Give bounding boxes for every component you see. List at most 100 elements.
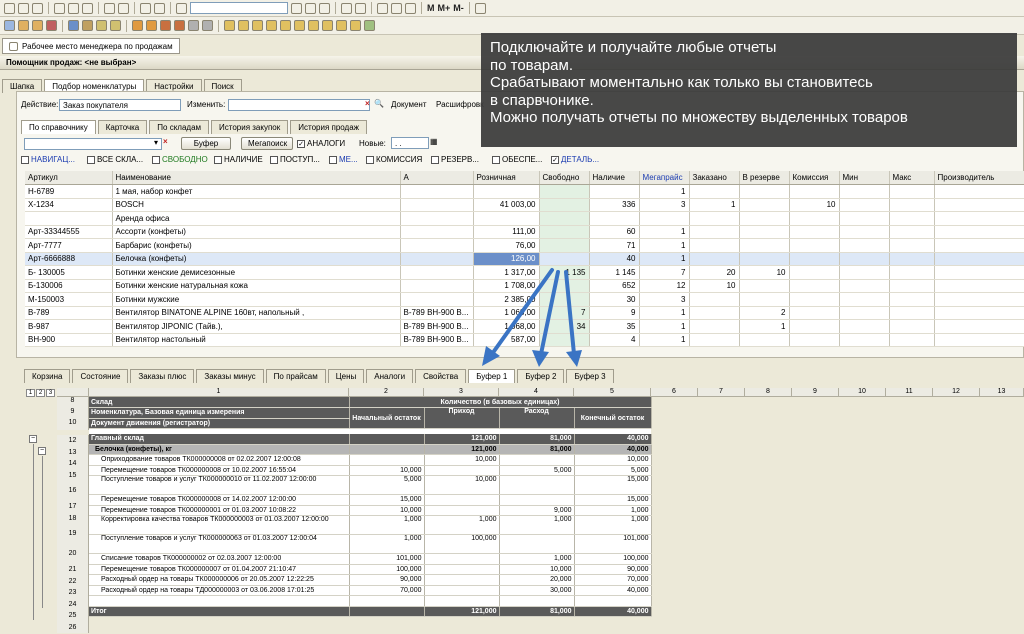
sheet-row-number[interactable]: 25 xyxy=(57,610,89,622)
calendar-icon[interactable] xyxy=(377,2,388,14)
sheet-row-number[interactable]: 19 xyxy=(57,524,89,544)
filter-checkbox-2[interactable]: СВОБОДНО xyxy=(152,155,208,164)
help-icon[interactable] xyxy=(341,2,352,14)
new-document-icon[interactable] xyxy=(4,2,15,14)
copy-icon[interactable] xyxy=(68,2,79,14)
goods-icon[interactable] xyxy=(160,20,171,31)
undo-icon[interactable] xyxy=(140,2,151,14)
memory-button[interactable]: M xyxy=(427,3,435,13)
goods-column-header[interactable]: Производитель xyxy=(934,171,1024,185)
bottom-tab-5[interactable]: Цены xyxy=(327,369,365,383)
find-prev-icon[interactable] xyxy=(305,2,316,14)
writeoff-icon[interactable] xyxy=(294,20,305,31)
memory-minus-button[interactable]: M- xyxy=(453,3,464,13)
filter-checkbox-7[interactable]: РЕЗЕРВ... xyxy=(431,155,479,164)
filter-checkbox-9[interactable]: ✓ ДЕТАЛЬ... xyxy=(551,155,599,164)
calculator-icon[interactable] xyxy=(391,2,402,14)
sheet-column-header[interactable]: 5 xyxy=(574,388,651,397)
users-icon[interactable] xyxy=(68,20,79,31)
sheet-row-number[interactable]: 21 xyxy=(57,564,89,576)
find-icon[interactable] xyxy=(176,2,187,14)
filter-checkbox-1[interactable]: ВСЕ СКЛА... xyxy=(87,155,143,164)
collapse-icon[interactable]: − xyxy=(38,447,46,455)
subtab-3[interactable]: История закупок xyxy=(211,120,289,134)
clients-icon[interactable] xyxy=(174,20,185,31)
sheet-row-number[interactable]: 23 xyxy=(57,587,89,599)
bottom-tab-2[interactable]: Заказы плюс xyxy=(130,369,195,383)
bottom-tab-4[interactable]: По прайсам xyxy=(265,369,326,383)
filter-checkbox-0[interactable]: НАВИГАЦ... xyxy=(21,155,75,164)
table-row[interactable]: В-789 Вентилятор BINATONE ALPINE 160вт, н… xyxy=(25,306,1024,320)
subtab-0[interactable]: По справочнику xyxy=(21,120,96,134)
sheet-row-number[interactable]: 24 xyxy=(57,598,89,610)
bottom-tab-7[interactable]: Свойства xyxy=(415,369,467,383)
bottom-tab-3[interactable]: Заказы минус xyxy=(196,369,264,383)
goods-column-header[interactable]: А xyxy=(400,171,474,185)
sheet-column-header[interactable]: 9 xyxy=(792,388,839,397)
filter-checkbox-4[interactable]: ПОСТУП... xyxy=(270,155,320,164)
level-button[interactable]: 1 xyxy=(26,389,35,397)
sheet-column-header[interactable]: 13 xyxy=(980,388,1024,397)
sheet-row-number[interactable]: 10 xyxy=(57,419,89,430)
sheet-row-number[interactable]: 16 xyxy=(57,481,89,501)
table-row[interactable]: Х-1234 BOSCH 41 003,00 336 3 1 10 xyxy=(25,198,1024,212)
goods-column-header[interactable]: Розничная xyxy=(473,171,540,185)
level-button[interactable]: 2 xyxy=(36,389,45,397)
filter-checkbox-3[interactable]: НАЛИЧИЕ xyxy=(214,155,263,164)
goods-column-header[interactable]: Свободно xyxy=(539,171,590,185)
warehouse-icon[interactable] xyxy=(82,20,93,31)
table-row[interactable]: ВН-900 Вентилятор настольный В-789 ВН-900 … xyxy=(25,333,1024,347)
order-client-icon[interactable] xyxy=(322,20,333,31)
sheet-column-header[interactable]: 6 xyxy=(651,388,698,397)
table-row[interactable]: Арт-6666888 Белочка (конфеты) 126,00 40 1 xyxy=(25,252,1024,266)
sheet-row-number[interactable]: 15 xyxy=(57,469,89,481)
sheet-row-number[interactable]: 17 xyxy=(57,501,89,513)
goods-column-header[interactable]: Наличие xyxy=(589,171,640,185)
sheet-column-header[interactable]: 4 xyxy=(499,388,574,397)
analogs-checkbox[interactable]: ✓ АНАЛОГИ xyxy=(297,139,345,148)
level-button[interactable]: 3 xyxy=(46,389,55,397)
sheet-row-number[interactable]: 18 xyxy=(57,512,89,524)
memory-plus-button[interactable]: M+ xyxy=(438,3,451,13)
workplace-document-tab[interactable]: Рабочее место менеджера по продажам xyxy=(2,38,180,54)
tools-icon[interactable] xyxy=(474,2,486,14)
bottom-tab-9[interactable]: Буфер 2 xyxy=(517,369,565,383)
find-next-icon[interactable] xyxy=(291,2,302,14)
collapse-icon[interactable]: − xyxy=(29,435,37,443)
sheet-column-header[interactable]: 11 xyxy=(886,388,933,397)
bank-icon[interactable] xyxy=(110,20,121,31)
bottom-tab-8[interactable]: Буфер 1 xyxy=(468,369,516,383)
order-supplier-icon[interactable] xyxy=(308,20,319,31)
filter-checkbox-5[interactable]: МЕ... xyxy=(329,155,358,164)
goods-column-header[interactable]: Заказано xyxy=(689,171,740,185)
shipment-icon[interactable] xyxy=(238,20,249,31)
cash-icon[interactable] xyxy=(96,20,107,31)
sheet-column-header[interactable]: 1 xyxy=(89,388,349,397)
return-icon[interactable] xyxy=(252,20,263,31)
cut-icon[interactable] xyxy=(54,2,65,14)
sheet-column-header[interactable]: 7 xyxy=(698,388,745,397)
search-help-icon[interactable] xyxy=(355,2,366,14)
megapoisk-button[interactable]: Мегапоиск xyxy=(241,137,293,150)
sheet-column-header[interactable]: 10 xyxy=(839,388,886,397)
bottom-tab-1[interactable]: Состояние xyxy=(72,369,129,383)
goods-column-header[interactable]: Артикул xyxy=(25,171,113,185)
new-date-field[interactable]: . . xyxy=(391,137,429,149)
clear-icon[interactable]: × xyxy=(365,99,370,108)
sheet-column-header[interactable]: 12 xyxy=(933,388,980,397)
journal-icon[interactable] xyxy=(4,20,15,31)
filter-checkbox-8[interactable]: ОБЕСПЕ... xyxy=(492,155,542,164)
print-icon[interactable] xyxy=(104,2,115,14)
sheet-row-number[interactable]: 13 xyxy=(57,446,89,458)
analysis-icon[interactable] xyxy=(336,20,347,31)
preview-icon[interactable] xyxy=(118,2,129,14)
table-row[interactable]: Н-6789 1 мая, набор конфет 1 xyxy=(25,184,1024,199)
bottom-tab-0[interactable]: Корзина xyxy=(24,369,71,383)
table-row[interactable]: Арт-7777 Барбарис (конфеты) 76,00 71 1 xyxy=(25,238,1024,253)
filter-checkbox-6[interactable]: КОМИССИЯ xyxy=(366,155,422,164)
partners-icon[interactable] xyxy=(188,20,199,31)
sheet-row-number[interactable]: 9 xyxy=(57,408,89,419)
table-row[interactable]: Арт-33344555 Ассорти (конфеты) 111,00 60 1 xyxy=(25,225,1024,239)
catalog-icon[interactable] xyxy=(132,20,143,31)
goods-column-header[interactable]: Макс xyxy=(889,171,935,185)
